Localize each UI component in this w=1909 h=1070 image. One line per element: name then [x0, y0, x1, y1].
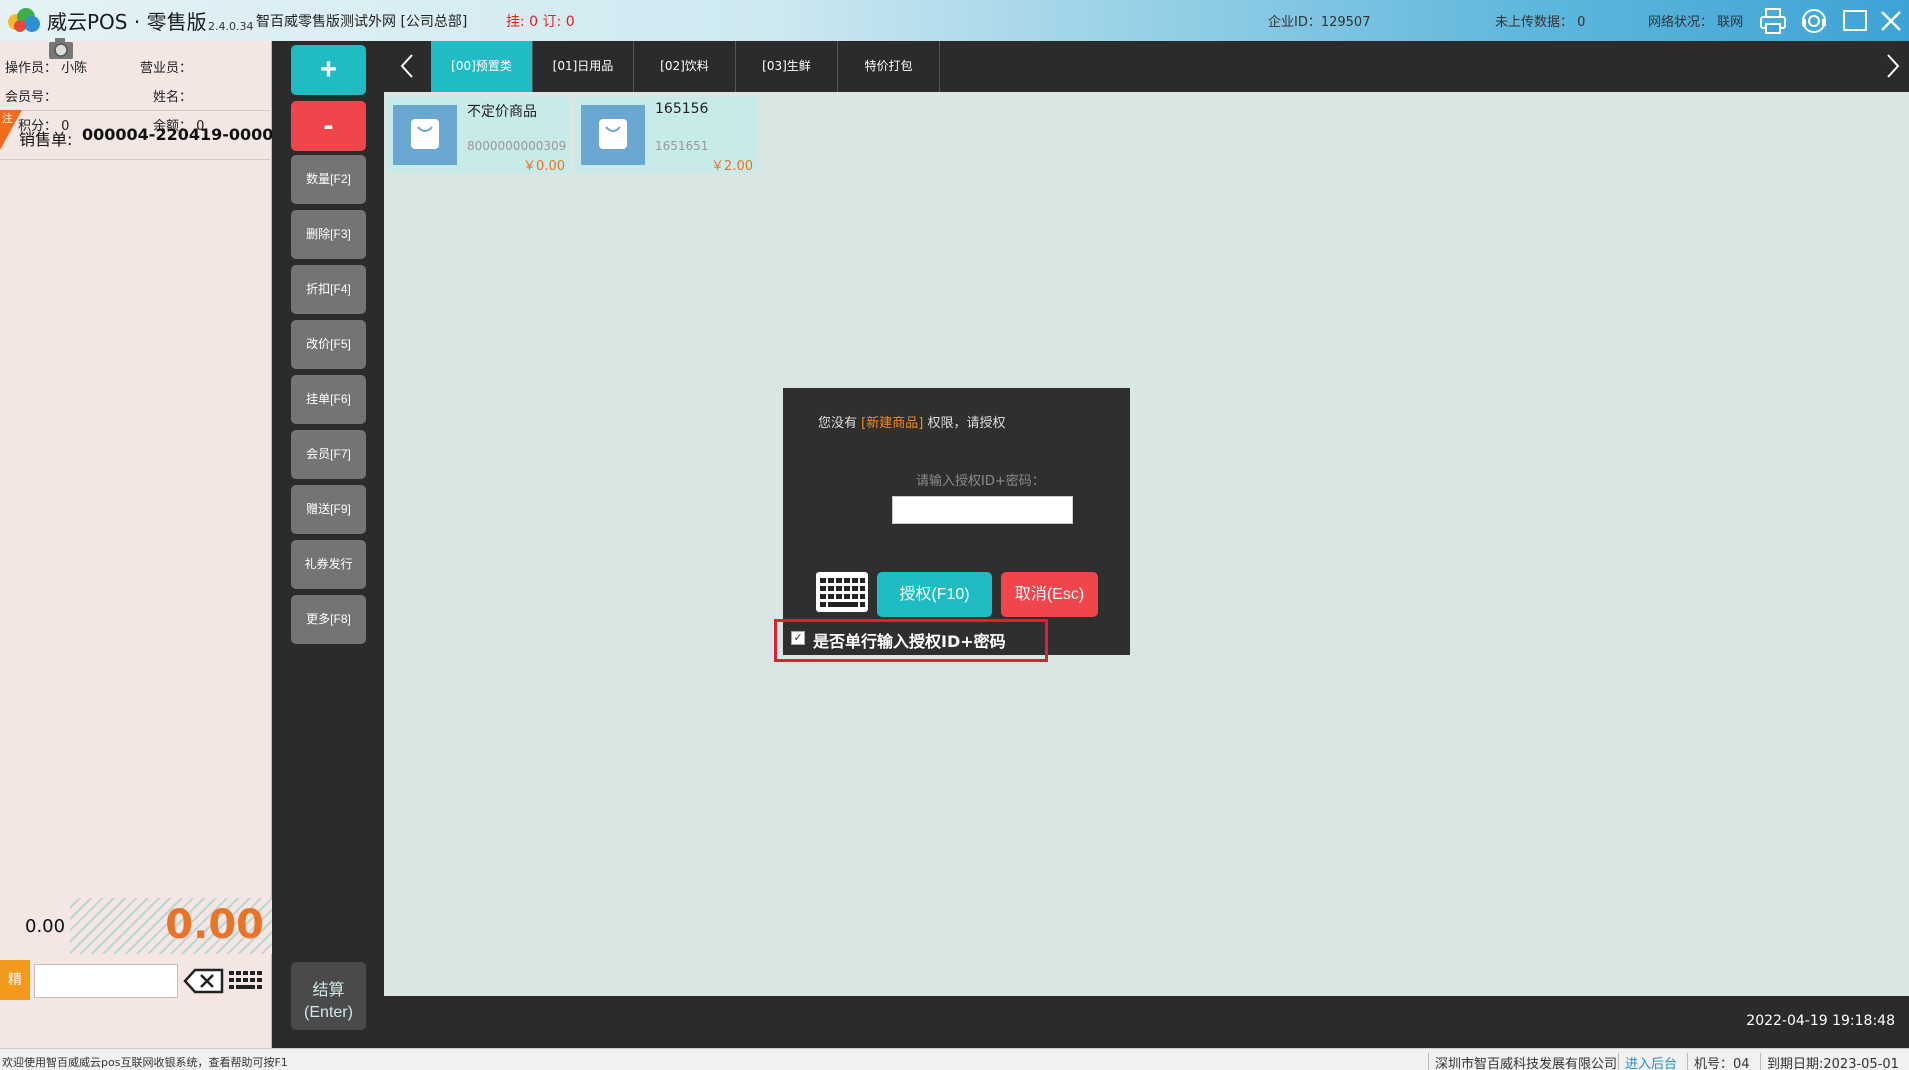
single-line-input-checkbox[interactable]: ✓: [791, 631, 805, 645]
support-headset-icon[interactable]: [1799, 6, 1829, 36]
product-name: 不定价商品: [467, 104, 537, 120]
cancel-button[interactable]: 取消(Esc): [1001, 572, 1098, 617]
add-quantity-button[interactable]: +: [291, 45, 366, 95]
change-price-button[interactable]: 改价[F5]: [291, 320, 366, 369]
auth-prompt: 请输入授权ID+密码：: [916, 474, 1045, 489]
welcome-message: 欢迎使用智百威威云pos互联网收银系统，查看帮助可按F1: [2, 1056, 288, 1069]
quantity-button[interactable]: 数量[F2]: [291, 155, 366, 204]
printer-icon[interactable]: [1758, 6, 1788, 36]
app-name: 威云POS · 零售版: [47, 10, 207, 34]
shopping-bag-icon: [411, 119, 439, 149]
store-name: 智百威零售版测试外网 [公司总部]: [256, 14, 468, 30]
gift-button[interactable]: 赠送[F9]: [291, 485, 366, 534]
coupon-issue-button[interactable]: 礼券发行: [291, 540, 366, 589]
unsynced-data: 未上传数据： 0: [1495, 15, 1586, 30]
permission-message: 您没有 [新建商品] 权限，请授权: [818, 412, 1005, 431]
permission-name: [新建商品]: [861, 416, 924, 431]
current-datetime: 2022-04-19 19:18:48: [1746, 1013, 1895, 1029]
permission-message-prefix: 您没有: [818, 416, 858, 431]
product-card[interactable]: 165156 1651651 ￥2.00: [575, 97, 757, 174]
checkout-button[interactable]: 结算 (Enter): [291, 962, 366, 1030]
app-version: 2.4.0.34: [208, 20, 254, 33]
discount-button[interactable]: 折扣[F4]: [291, 265, 366, 314]
member-button[interactable]: 会员[F7]: [291, 430, 366, 479]
tab-special-pack[interactable]: 特价打包: [838, 41, 940, 92]
product-thumbnail: [393, 105, 457, 165]
hold-order-button[interactable]: 挂单[F6]: [291, 375, 366, 424]
product-price: ￥2.00: [711, 159, 753, 174]
close-icon[interactable]: [1876, 6, 1906, 36]
tab-fresh[interactable]: [03]生鲜: [736, 41, 838, 92]
tab-drinks[interactable]: [02]饮料: [634, 41, 736, 92]
bottom-info-bar: 2022-04-19 19:18:48: [384, 996, 1909, 1048]
reduce-quantity-button[interactable]: -: [291, 101, 366, 151]
pending-orders[interactable]: 挂: 0 订: 0: [506, 11, 575, 31]
permission-message-suffix: 权限，请授权: [927, 416, 1006, 431]
title-bar: 威云POS · 零售版 2.4.0.34 智百威零售版测试外网 [公司总部] 挂…: [0, 0, 1909, 41]
product-name: 165156: [655, 101, 709, 117]
tab-preset[interactable]: [00]预置类: [431, 41, 533, 92]
order-note-tag-text: 注: [2, 112, 13, 125]
cloud-logo-icon: [8, 8, 40, 32]
more-button[interactable]: 更多[F8]: [291, 595, 366, 644]
product-code: 8000000000309: [467, 139, 567, 153]
total-quantity: 0.00: [25, 916, 66, 937]
backspace-icon[interactable]: [183, 967, 225, 995]
keyboard-icon: [820, 578, 865, 607]
order-number: 000004-220419-00002: [82, 125, 285, 144]
checkout-shortcut: (Enter): [304, 1004, 353, 1021]
network-status: 网络状况： 联网: [1648, 15, 1744, 30]
delete-button[interactable]: 删除[F3]: [291, 210, 366, 259]
product-thumbnail: [581, 105, 645, 165]
authorize-button[interactable]: 授权(F10): [877, 572, 992, 617]
status-bar: 欢迎使用智百威威云pos互联网收银系统，查看帮助可按F1 深圳市智百威科技发展有…: [0, 1048, 1909, 1070]
barcode-input[interactable]: [34, 964, 178, 998]
product-code: 1651651: [655, 139, 709, 153]
member-name-label: 姓名：: [153, 90, 193, 105]
product-card[interactable]: 不定价商品 8000000000309 ￥0.00: [387, 97, 569, 174]
total-amount-box: 0.00: [70, 898, 272, 954]
single-line-input-label[interactable]: 是否单行输入授权ID+密码: [813, 628, 1006, 652]
camera-icon[interactable]: [46, 34, 76, 62]
shopping-bag-icon: [599, 119, 627, 149]
on-screen-keyboard-button[interactable]: [816, 572, 868, 612]
maximize-icon[interactable]: [1840, 6, 1870, 36]
authorization-dialog: 您没有 [新建商品] 权限，请授权 请输入授权ID+密码： 授权(F10) 取消…: [783, 388, 1130, 655]
total-amount: 0.00: [165, 902, 264, 948]
member-no-label[interactable]: 会员号：: [5, 86, 57, 105]
machine-number: 机号：04: [1687, 1053, 1750, 1070]
product-price: ￥0.00: [523, 159, 565, 174]
auth-id-password-input[interactable]: [892, 496, 1073, 524]
chevron-right-icon[interactable]: [1880, 52, 1904, 80]
order-label: 销售单:: [19, 130, 73, 149]
chevron-left-icon[interactable]: [396, 52, 420, 80]
order-panel: [0, 41, 272, 1048]
keyboard-icon[interactable]: [228, 969, 268, 993]
tab-daily-goods[interactable]: [01]日用品: [533, 41, 634, 92]
single-line-input-option: ✓ 是否单行输入授权ID+密码: [774, 619, 1048, 662]
checkout-label: 结算: [312, 982, 345, 999]
expiry-date: 到期日期:2023-05-01: [1760, 1053, 1899, 1070]
precise-search-button[interactable]: 精: [0, 960, 30, 1000]
company-id: 企业ID：129507: [1268, 15, 1371, 30]
company-name: 深圳市智百威科技发展有限公司: [1428, 1053, 1617, 1070]
backend-link[interactable]: 进入后台: [1618, 1053, 1677, 1070]
salesperson-label[interactable]: 营业员：: [140, 57, 192, 76]
